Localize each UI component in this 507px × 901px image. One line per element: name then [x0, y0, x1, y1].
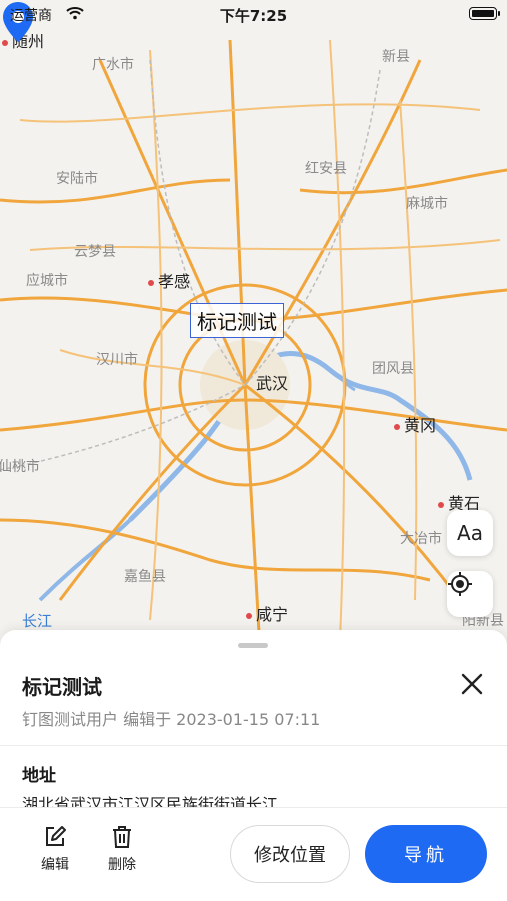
delete-label: 删除	[108, 857, 136, 873]
city-label: 嘉鱼县	[124, 569, 166, 585]
city-label: 团风县	[372, 361, 414, 377]
modify-location-button[interactable]: 修改位置	[230, 825, 350, 883]
modify-location-label: 修改位置	[254, 845, 326, 866]
crosshair-icon	[448, 572, 472, 596]
battery-icon	[469, 7, 500, 20]
city-label: 仙桃市	[0, 459, 40, 475]
river-label: 长江	[22, 612, 53, 630]
city-label: 新县	[382, 49, 410, 65]
locate-button[interactable]	[447, 571, 493, 617]
bottom-toolbar: 编辑 删除 修改位置 导航	[0, 807, 507, 901]
city-label: 咸宁	[246, 601, 288, 625]
map-view[interactable]: 随州 广水市 新县 安陆市 红安县 麻城市 云梦县 应城市 孝感 汉川市 武汉 …	[0, 0, 507, 650]
city-label: 孝感	[148, 268, 190, 292]
address-label: 地址	[22, 766, 56, 786]
text-size-button[interactable]: Aa	[447, 510, 493, 556]
city-label: 红安县	[305, 161, 347, 177]
city-label: 汉川市	[96, 352, 138, 368]
navigate-label: 导航	[404, 845, 448, 866]
marker-meta: 钉图测试用户 编辑于 2023-01-15 07:11	[22, 710, 321, 729]
address-text: 湖北省武汉市江汉区民族街街道长江	[22, 795, 279, 807]
city-label: 应城市	[26, 273, 68, 289]
city-label: 云梦县	[74, 244, 116, 260]
status-bar: 运营商 下午7:25	[0, 0, 507, 30]
edit-button[interactable]: 编辑	[30, 824, 80, 874]
marker-label[interactable]: 标记测试	[190, 303, 284, 338]
city-label: 武汉	[256, 374, 289, 393]
trash-icon	[113, 826, 131, 848]
city-label: 麻城市	[406, 196, 448, 212]
marker-title: 标记测试	[22, 675, 102, 699]
city-label: 广水市	[92, 57, 134, 73]
close-icon[interactable]	[458, 670, 486, 698]
city-label: 大冶市	[400, 531, 442, 547]
edit-icon	[46, 826, 66, 846]
city-label: 黄冈	[394, 412, 436, 436]
city-label: 安陆市	[56, 171, 98, 187]
status-time: 下午7:25	[219, 7, 288, 25]
divider	[0, 745, 507, 746]
delete-button[interactable]: 删除	[97, 824, 147, 874]
navigate-button[interactable]: 导航	[365, 825, 487, 883]
edit-label: 编辑	[41, 857, 69, 873]
sheet-grabber[interactable]	[238, 643, 268, 648]
text-size-label: Aa	[457, 521, 483, 545]
